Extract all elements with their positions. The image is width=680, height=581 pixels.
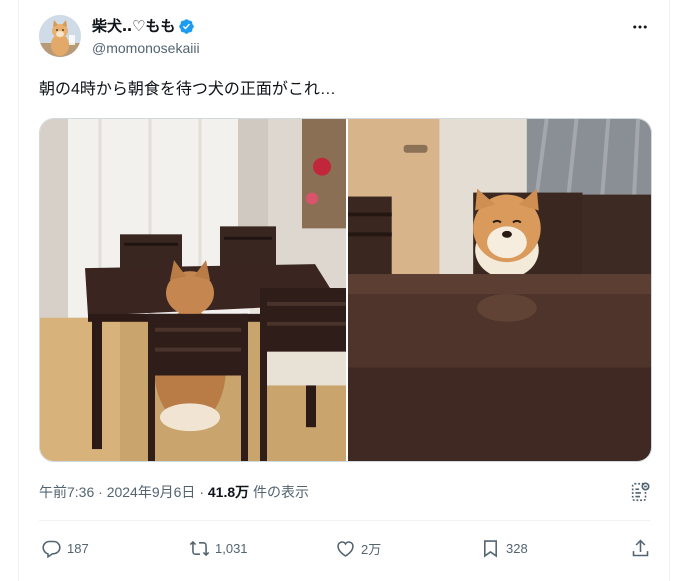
- bookmark-icon: [484, 539, 497, 557]
- display-name[interactable]: 柴犬‥♡もも: [92, 17, 175, 37]
- retweet-count: 1,031: [215, 540, 248, 556]
- user-avatar[interactable]: [39, 15, 81, 57]
- more-options-icon[interactable]: [629, 16, 651, 38]
- photo-dog-facing-camera[interactable]: [348, 119, 651, 461]
- reply-button[interactable]: 187: [41, 536, 89, 560]
- like-count: 2万: [361, 541, 382, 557]
- bookmark-button[interactable]: 328: [480, 536, 528, 560]
- views-label: 件の表示: [253, 484, 310, 500]
- meta-separator: ·: [98, 484, 103, 500]
- tweet-text: 朝の4時から朝食を待つ犬の正面がこれ…: [39, 81, 336, 98]
- bookmark-count: 328: [506, 540, 528, 556]
- user-handle[interactable]: @momonosekaiii: [92, 39, 200, 57]
- tweet-time[interactable]: 午前7:36: [39, 484, 94, 500]
- verified-badge-icon: [179, 19, 194, 34]
- share-icon: [632, 539, 649, 556]
- reply-count: 187: [67, 540, 89, 556]
- tweet-card: 柴犬‥♡もも @momonosekaiii 朝の4時から朝食を待つ犬の正面がこれ…: [18, 0, 670, 581]
- share-button[interactable]: [630, 536, 651, 560]
- tweet-media[interactable]: [39, 118, 652, 462]
- tweet-date[interactable]: 2024年9月6日: [107, 484, 196, 500]
- reply-icon: [42, 540, 61, 558]
- divider: [39, 520, 651, 521]
- view-analytics-icon[interactable]: [629, 481, 651, 503]
- like-button[interactable]: 2万: [335, 536, 381, 560]
- tweet-meta: 午前7:36 · 2024年9月6日 · 41.8万 件の表示: [39, 483, 309, 501]
- views-count: 41.8万: [207, 484, 250, 500]
- photo-dog-from-behind[interactable]: [40, 119, 346, 461]
- retweet-button[interactable]: 1,031: [189, 536, 248, 560]
- retweet-icon: [189, 540, 210, 556]
- action-bar: 187 1,031 2万 328: [39, 536, 651, 562]
- heart-icon: [337, 540, 354, 557]
- meta-separator-2: ·: [199, 484, 204, 500]
